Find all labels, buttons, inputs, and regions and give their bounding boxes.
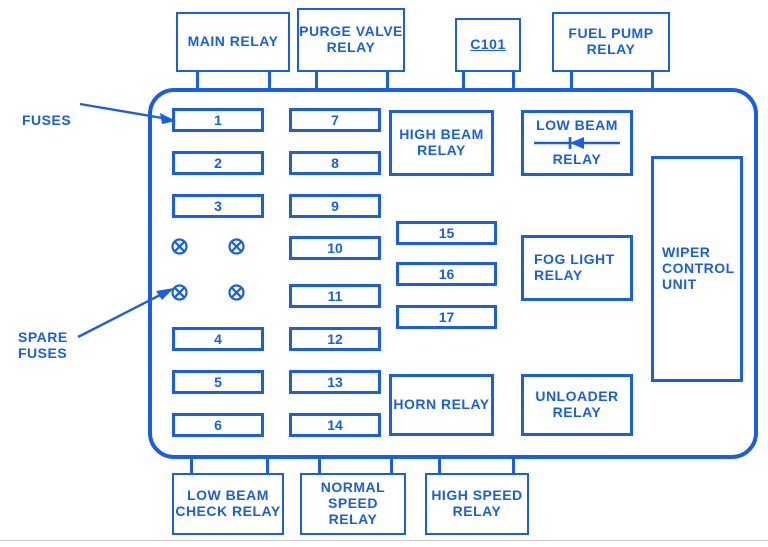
- external-relay-low-beam-check-relay-label: LOW BEAM CHECK RELAY: [175, 487, 281, 519]
- stem-low-beam-check-left: [190, 457, 193, 473]
- stem-normal-speed-right: [390, 457, 393, 473]
- fuse-16[interactable]: 16: [396, 262, 497, 286]
- internal-relay-unloader-relay[interactable]: UNLOADER RELAY: [521, 374, 633, 436]
- fuse-10[interactable]: 10: [289, 236, 381, 260]
- fuse-5-label: 5: [214, 374, 222, 390]
- fuse-9[interactable]: 9: [289, 194, 381, 218]
- stem-normal-speed-left: [318, 457, 321, 473]
- annotation-fuses-label: FUSES: [22, 112, 72, 129]
- fuse-7-label: 7: [331, 112, 339, 128]
- fuse-10-label: 10: [327, 240, 343, 256]
- internal-relay-high-beam-relay-label: HIGH BEAM RELAY: [399, 126, 484, 158]
- fuse-8[interactable]: 8: [289, 151, 381, 175]
- external-relay-main-relay-label: MAIN RELAY: [187, 33, 279, 50]
- external-relay-normal-speed-relay[interactable]: NORMAL SPEED RELAY: [300, 473, 406, 535]
- fuse-14-label: 14: [327, 417, 343, 433]
- internal-relay-fog-light-relay[interactable]: FOG LIGHT RELAY: [521, 235, 633, 301]
- stem-fuel-pump-right: [651, 72, 654, 90]
- circled-x-icon: [228, 284, 245, 301]
- fuse-1[interactable]: 1: [172, 108, 264, 132]
- page-divider: [0, 540, 768, 541]
- stem-c101-right: [512, 72, 515, 90]
- fuse-13[interactable]: 13: [289, 370, 381, 394]
- stem-purge-valve-right: [386, 72, 389, 90]
- external-relay-main-relay[interactable]: MAIN RELAY: [176, 12, 290, 72]
- annotation-spare-fuses-label: SPARE FUSES: [18, 329, 68, 362]
- fuse-1-label: 1: [214, 112, 222, 128]
- fuse-6[interactable]: 6: [172, 413, 264, 437]
- spare-fuse-4[interactable]: [228, 284, 245, 301]
- internal-unit-wiper-control-unit-label: WIPER CONTROL UNIT: [662, 244, 735, 292]
- external-relay-purge-valve-relay-label: PURGE VALVE RELAY: [299, 23, 403, 55]
- stem-low-beam-check-right: [266, 457, 269, 473]
- internal-relay-low-beam-relay-label-top: LOW BEAM: [536, 117, 618, 134]
- annotation-fuses: FUSES: [22, 96, 71, 128]
- external-relay-low-beam-check-relay[interactable]: LOW BEAM CHECK RELAY: [172, 473, 284, 535]
- fuse-4-label: 4: [214, 331, 222, 347]
- stem-high-speed-left: [438, 457, 441, 473]
- fuse-7[interactable]: 7: [289, 108, 381, 132]
- fuse-6-label: 6: [214, 417, 222, 433]
- external-relay-fuel-pump-relay-label: FUEL PUMP RELAY: [568, 25, 654, 57]
- fuse-box-diagram: MAIN RELAY PURGE VALVE RELAY C101 FUEL P…: [0, 0, 768, 547]
- fuse-9-label: 9: [331, 198, 339, 214]
- fuse-11-label: 11: [327, 288, 343, 304]
- circled-x-icon: [171, 284, 188, 301]
- circled-x-icon: [228, 238, 245, 255]
- external-relay-fuel-pump-relay[interactable]: FUEL PUMP RELAY: [552, 12, 670, 72]
- fuse-8-label: 8: [331, 155, 339, 171]
- internal-relay-horn-relay[interactable]: HORN RELAY: [389, 374, 494, 436]
- stem-purge-valve-left: [315, 72, 318, 90]
- fuse-14[interactable]: 14: [289, 413, 381, 437]
- spare-fuse-1[interactable]: [171, 238, 188, 255]
- internal-relay-low-beam-relay-label-bottom: RELAY: [552, 151, 602, 167]
- internal-relay-unloader-relay-label: UNLOADER RELAY: [535, 388, 619, 420]
- external-connector-c101[interactable]: C101: [455, 18, 521, 72]
- stem-high-speed-right: [512, 457, 515, 473]
- external-relay-normal-speed-relay-label: NORMAL SPEED RELAY: [320, 479, 386, 527]
- fuse-3-label: 3: [214, 198, 222, 214]
- fuse-11[interactable]: 11: [289, 284, 381, 308]
- stem-main-relay-left: [196, 72, 199, 90]
- fuse-12[interactable]: 12: [289, 327, 381, 351]
- fuse-12-label: 12: [327, 331, 343, 347]
- external-connector-c101-label: C101: [470, 36, 506, 53]
- annotation-spare-fuses: SPARE FUSES: [18, 313, 68, 361]
- external-relay-high-speed-relay-label: HIGH SPEED RELAY: [431, 487, 523, 519]
- fuse-16-label: 16: [438, 266, 455, 282]
- internal-unit-wiper-control-unit[interactable]: WIPER CONTROL UNIT: [651, 156, 743, 382]
- fuse-5[interactable]: 5: [172, 370, 264, 394]
- internal-relay-fog-light-relay-label: FOG LIGHT RELAY: [534, 251, 615, 283]
- external-relay-high-speed-relay[interactable]: HIGH SPEED RELAY: [425, 473, 529, 535]
- external-relay-purge-valve-relay[interactable]: PURGE VALVE RELAY: [297, 8, 405, 72]
- circled-x-icon: [171, 238, 188, 255]
- fuse-4[interactable]: 4: [172, 327, 264, 351]
- internal-relay-horn-relay-label: HORN RELAY: [393, 396, 490, 413]
- fuse-15-label: 15: [438, 225, 455, 241]
- stem-fuel-pump-left: [570, 72, 573, 90]
- stem-c101: [462, 72, 465, 90]
- diode-icon: [534, 137, 620, 149]
- internal-relay-high-beam-relay[interactable]: HIGH BEAM RELAY: [389, 110, 494, 176]
- internal-relay-low-beam-relay[interactable]: LOW BEAM RELAY: [521, 110, 633, 176]
- fuse-3[interactable]: 3: [172, 194, 264, 218]
- fuse-17-label: 17: [438, 309, 455, 325]
- fuse-15[interactable]: 15: [396, 221, 497, 245]
- fuse-2-label: 2: [214, 155, 222, 171]
- fuse-13-label: 13: [327, 374, 343, 390]
- fuse-17[interactable]: 17: [396, 305, 497, 329]
- spare-fuse-2[interactable]: [228, 238, 245, 255]
- fuse-2[interactable]: 2: [172, 151, 264, 175]
- spare-fuse-3[interactable]: [171, 284, 188, 301]
- stem-main-relay-right: [268, 72, 271, 90]
